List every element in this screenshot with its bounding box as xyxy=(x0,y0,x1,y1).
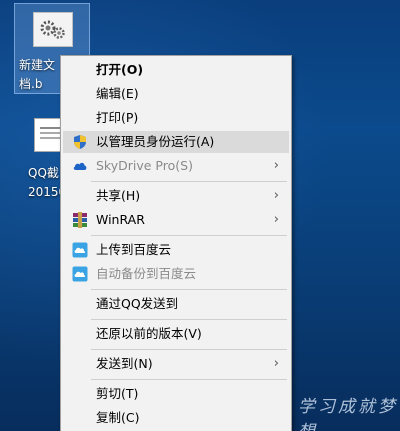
menu-item-label: 自动备份到百度云 xyxy=(96,266,197,281)
menu-item-upload-baidu[interactable]: 上传到百度云 xyxy=(63,239,289,261)
uac-shield-icon xyxy=(72,134,88,150)
menu-separator xyxy=(91,379,287,380)
menu-item-label: 上传到百度云 xyxy=(96,242,172,257)
menu-item-label: 通过QQ发送到 xyxy=(96,296,179,311)
submenu-arrow-icon: › xyxy=(273,158,279,173)
menu-separator xyxy=(91,319,287,320)
menu-item-print[interactable]: 打印(P) xyxy=(63,107,289,129)
menu-item-label: 剪切(T) xyxy=(96,386,139,401)
submenu-arrow-icon: › xyxy=(273,356,279,371)
menu-item-label: 复制(C) xyxy=(96,410,140,425)
menu-separator xyxy=(91,349,287,350)
menu-item-restore-versions[interactable]: 还原以前的版本(V) xyxy=(63,323,289,345)
menu-item-label: 以管理员身份运行(A) xyxy=(96,134,215,149)
menu-separator xyxy=(91,181,287,182)
cloud-icon xyxy=(72,158,88,174)
menu-item-share[interactable]: 共享(H) › xyxy=(63,185,289,207)
menu-item-send-to[interactable]: 发送到(N) › xyxy=(63,353,289,375)
menu-item-label: 打开(O) xyxy=(96,62,144,77)
context-menu: 打开(O) 编辑(E) 打印(P) 以管理员身份运行(A) SkyDrive P… xyxy=(60,55,292,431)
menu-item-label: 共享(H) xyxy=(96,188,141,203)
menu-item-label: 打印(P) xyxy=(96,110,139,125)
menu-item-skydrive-pro[interactable]: SkyDrive Pro(S) › xyxy=(63,155,289,177)
menu-item-run-as-admin[interactable]: 以管理员身份运行(A) xyxy=(63,131,289,153)
watermark-text: 学习成就梦想 xyxy=(298,397,398,431)
menu-item-copy[interactable]: 复制(C) xyxy=(63,407,289,429)
baidu-cloud-icon xyxy=(72,242,88,258)
gear-document-icon xyxy=(33,12,73,47)
menu-item-cut[interactable]: 剪切(T) xyxy=(63,383,289,405)
menu-item-send-via-qq[interactable]: 通过QQ发送到 xyxy=(63,293,289,315)
menu-separator xyxy=(91,235,287,236)
menu-item-winrar[interactable]: WinRAR › xyxy=(63,209,289,231)
menu-item-edit[interactable]: 编辑(E) xyxy=(63,83,289,105)
submenu-arrow-icon: › xyxy=(273,212,279,227)
menu-item-label: 还原以前的版本(V) xyxy=(96,326,202,341)
menu-item-open[interactable]: 打开(O) xyxy=(63,59,289,81)
winrar-icon xyxy=(72,212,88,228)
menu-item-auto-backup-baidu[interactable]: 自动备份到百度云 xyxy=(63,263,289,285)
baidu-cloud-icon xyxy=(72,266,88,282)
submenu-arrow-icon: › xyxy=(273,188,279,203)
menu-item-label: WinRAR xyxy=(96,212,145,227)
menu-item-label: SkyDrive Pro(S) xyxy=(96,158,193,173)
menu-separator xyxy=(91,289,287,290)
menu-item-label: 编辑(E) xyxy=(96,86,139,101)
menu-item-label: 发送到(N) xyxy=(96,356,153,371)
